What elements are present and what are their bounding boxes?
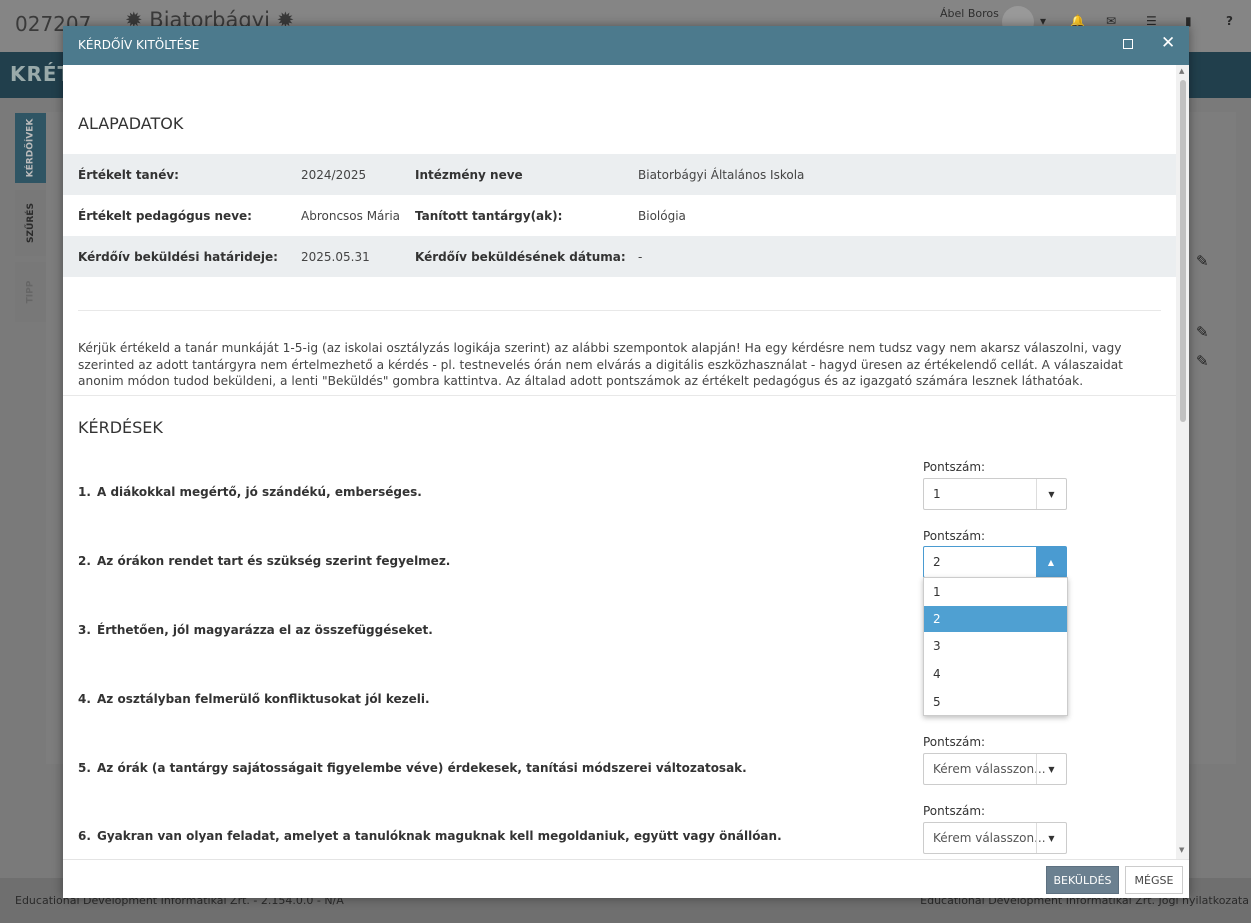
- question-text: A diákokkal megértő, jó szándékú, embers…: [97, 485, 422, 499]
- sidebar-tab-label: KÉRDŐÍVEK: [25, 118, 36, 178]
- info-value: 2024/2025: [301, 167, 367, 182]
- divider: [78, 310, 1161, 311]
- instructions-text: Kérjük értékeld a tanár munkáját 1-5-ig …: [78, 341, 1123, 388]
- dropdown-option[interactable]: 4: [924, 661, 1067, 687]
- question-1: 1. A diákokkal megértő, jó szándékú, embe…: [78, 485, 422, 499]
- info-label: Értékelt pedagógus neve:: [78, 208, 252, 223]
- dropdown-option[interactable]: 1: [924, 579, 1067, 605]
- caret-up-icon[interactable]: ▲: [1036, 547, 1066, 577]
- score-label: Pontszám:: [923, 735, 986, 749]
- score-label: Pontszám:: [923, 460, 986, 474]
- sidebar-tab-label: SZŰRÉS: [25, 203, 36, 243]
- questionnaire-modal: KÉRDŐÍV KITÖLTÉSE ✕ ALAPADATOK Értékelt …: [63, 26, 1189, 898]
- edit-icon[interactable]: ✎: [1196, 352, 1209, 370]
- question-number: 6.: [78, 829, 91, 843]
- help-icon[interactable]: ?: [1226, 14, 1233, 28]
- select-value: 2: [933, 555, 941, 569]
- user-name[interactable]: Ábel Boros: [940, 7, 999, 20]
- question-number: 5.: [78, 761, 91, 775]
- caret-down-icon[interactable]: ▼: [1036, 754, 1066, 784]
- scroll-up-icon[interactable]: ▲: [1179, 67, 1184, 75]
- scroll-down-icon[interactable]: ▼: [1179, 846, 1184, 854]
- sidebar-tab-kerdoivek[interactable]: KÉRDŐÍVEK: [15, 113, 46, 183]
- scrollbar-thumb[interactable]: [1180, 80, 1186, 422]
- question-text: Az osztályban felmerülő konfliktusokat j…: [97, 692, 430, 706]
- question-text: Érthetően, jól magyarázza el az összefüg…: [97, 623, 433, 637]
- select-value: 1: [933, 487, 941, 501]
- caret-down-icon[interactable]: ▼: [1036, 823, 1066, 853]
- questions-heading: KÉRDÉSEK: [78, 418, 163, 437]
- info-label: Tanított tantárgy(ak):: [415, 208, 563, 223]
- info-label: Kérdőív beküldésének dátuma:: [415, 249, 626, 264]
- info-row: Értékelt tanév: 2024/2025 Intézmény neve…: [63, 154, 1176, 195]
- info-value: Biológia: [638, 208, 686, 223]
- info-label: Kérdőív beküldési határideje:: [78, 249, 278, 264]
- send-button[interactable]: BEKÜLDÉS: [1046, 866, 1119, 894]
- question-number: 4.: [78, 692, 91, 706]
- info-value: Biatorbágyi Általános Iskola: [638, 167, 805, 182]
- score-label: Pontszám:: [923, 529, 986, 543]
- score-select-5[interactable]: Kérem válasszon... ▼: [923, 753, 1067, 785]
- sidebar-tab-label: TIPP: [25, 280, 36, 304]
- info-row: Értékelt pedagógus neve: Abroncsos Mária…: [63, 195, 1176, 236]
- info-label: Intézmény neve: [415, 167, 523, 182]
- question-number: 1.: [78, 485, 91, 499]
- question-text: Gyakran van olyan feladat, amelyet a tan…: [97, 829, 782, 843]
- maximize-icon[interactable]: [1123, 39, 1133, 49]
- modal-body[interactable]: ALAPADATOK Értékelt tanév: 2024/2025 Int…: [63, 65, 1189, 859]
- edit-icon[interactable]: ✎: [1196, 252, 1209, 270]
- modal-header: KÉRDŐÍV KITÖLTÉSE ✕: [63, 26, 1189, 65]
- sidebar-tab-tipp[interactable]: TIPP: [15, 262, 46, 322]
- info-value: Abroncsos Mária: [301, 208, 401, 223]
- score-select-2[interactable]: 2 ▲: [923, 546, 1067, 578]
- info-row: Kérdőív beküldési határideje: 2025.05.31…: [63, 236, 1176, 277]
- question-number: 2.: [78, 554, 91, 568]
- question-5: 5. Az órák (a tantárgy sajátosságait figy…: [78, 761, 747, 775]
- modal-footer: BEKÜLDÉS MÉGSE: [63, 859, 1189, 898]
- divider: [63, 395, 1176, 396]
- question-text: Az órák (a tantárgy sajátosságait figyel…: [97, 761, 747, 775]
- info-value: -: [638, 249, 643, 264]
- dropdown-option-selected[interactable]: 2: [924, 606, 1067, 632]
- basic-data-heading: ALAPADATOK: [78, 114, 184, 133]
- question-4: 4. Az osztályban felmerülő konfliktusokat…: [78, 692, 430, 706]
- info-label: Értékelt tanév:: [78, 167, 179, 182]
- select-placeholder: Kérem válasszon...: [933, 762, 1046, 776]
- dropdown-option[interactable]: 5: [924, 689, 1067, 715]
- sidebar-tab-szures[interactable]: SZŰRÉS: [15, 190, 46, 256]
- question-6: 6. Gyakran van olyan feladat, amelyet a t…: [78, 829, 782, 843]
- dropdown-option[interactable]: 3: [924, 633, 1067, 659]
- question-2: 2. Az órákon rendet tart és szükség szeri…: [78, 554, 450, 568]
- edit-icon[interactable]: ✎: [1196, 323, 1209, 341]
- score-label: Pontszám:: [923, 804, 986, 818]
- question-3: 3. Érthetően, jól magyarázza el az összef…: [78, 623, 433, 637]
- cancel-button[interactable]: MÉGSE: [1125, 866, 1183, 894]
- caret-down-icon[interactable]: ▼: [1036, 479, 1066, 509]
- modal-title: KÉRDŐÍV KITÖLTÉSE: [78, 38, 200, 52]
- score-select-1[interactable]: 1 ▼: [923, 478, 1067, 510]
- question-number: 3.: [78, 623, 91, 637]
- question-text: Az órákon rendet tart és szükség szerint…: [97, 554, 451, 568]
- score-dropdown-list: 1 2 3 4 5: [923, 577, 1068, 716]
- score-select-6[interactable]: Kérem válasszon... ▼: [923, 822, 1067, 854]
- select-placeholder: Kérem válasszon...: [933, 831, 1046, 845]
- scrollbar[interactable]: ▲ ▼: [1176, 65, 1189, 859]
- info-value: 2025.05.31: [301, 249, 370, 264]
- close-icon[interactable]: ✕: [1161, 35, 1175, 52]
